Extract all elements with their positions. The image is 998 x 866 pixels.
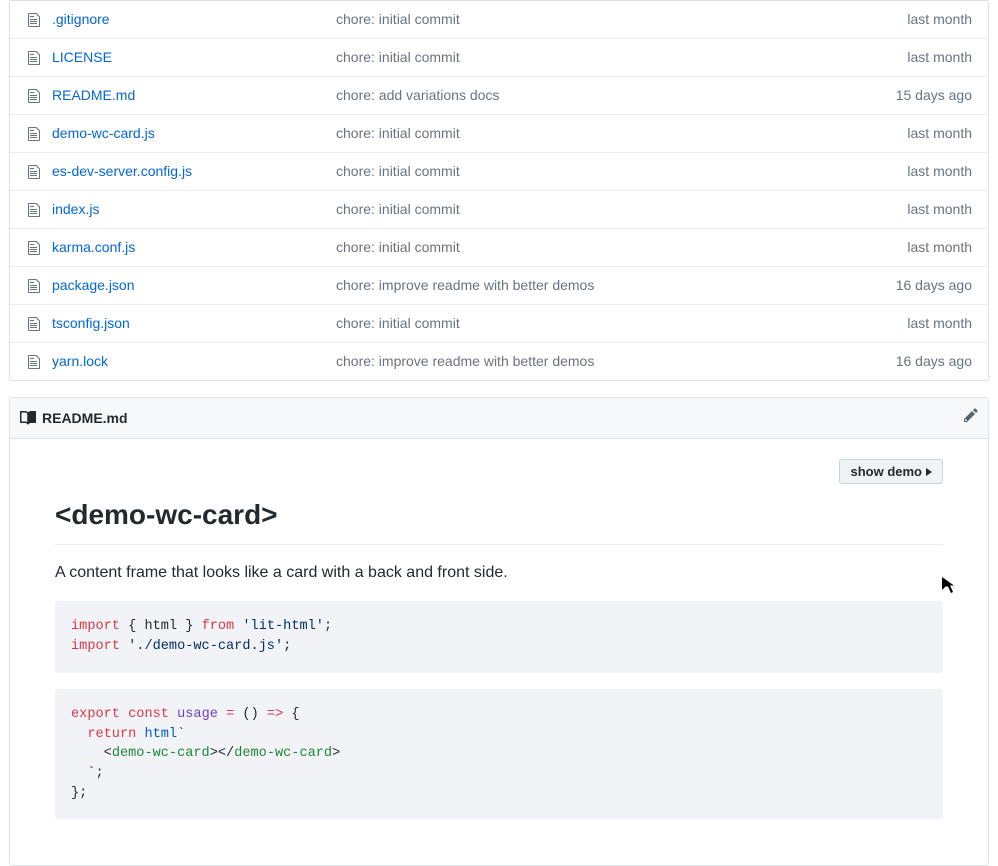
commit-time: last month	[832, 313, 972, 334]
file-icon	[26, 278, 42, 294]
file-name-link[interactable]: karma.conf.js	[52, 237, 135, 258]
commit-message[interactable]: chore: initial commit	[336, 315, 460, 331]
file-list: .gitignore chore: initial commit last mo…	[9, 0, 989, 381]
commit-time: 16 days ago	[832, 275, 972, 296]
file-name-link[interactable]: README.md	[52, 85, 135, 106]
file-row: yarn.lock chore: improve readme with bet…	[10, 342, 988, 380]
commit-message[interactable]: chore: initial commit	[336, 201, 460, 217]
readme-body: show demo <demo-wc-card> A content frame…	[10, 439, 988, 865]
edit-icon[interactable]	[964, 407, 978, 429]
file-row: .gitignore chore: initial commit last mo…	[10, 0, 988, 38]
file-icon	[26, 354, 42, 370]
readme-filename: README.md	[42, 408, 128, 429]
file-icon	[26, 126, 42, 142]
file-name-link[interactable]: LICENSE	[52, 47, 112, 68]
code-block-1: import { html } from 'lit-html'; import …	[55, 601, 943, 672]
commit-message[interactable]: chore: initial commit	[336, 239, 460, 255]
file-name-link[interactable]: es-dev-server.config.js	[52, 161, 192, 182]
file-row: package.json chore: improve readme with …	[10, 266, 988, 304]
file-icon	[26, 88, 42, 104]
file-icon	[26, 240, 42, 256]
commit-message[interactable]: chore: initial commit	[336, 163, 460, 179]
file-name-link[interactable]: demo-wc-card.js	[52, 123, 155, 144]
readme-description: A content frame that looks like a card w…	[55, 561, 943, 585]
commit-message[interactable]: chore: initial commit	[336, 125, 460, 141]
commit-message[interactable]: chore: initial commit	[336, 49, 460, 65]
commit-time: last month	[832, 161, 972, 182]
file-row: LICENSE chore: initial commit last month	[10, 38, 988, 76]
file-name-link[interactable]: index.js	[52, 199, 99, 220]
commit-time: last month	[832, 47, 972, 68]
file-row: es-dev-server.config.js chore: initial c…	[10, 152, 988, 190]
commit-message[interactable]: chore: initial commit	[336, 11, 460, 27]
file-row: README.md chore: add variations docs 15 …	[10, 76, 988, 114]
book-icon	[20, 410, 36, 426]
readme-box: README.md show demo <demo-wc-card> A con…	[9, 397, 989, 866]
cursor-icon	[942, 577, 954, 599]
readme-header: README.md	[10, 398, 988, 439]
commit-time: last month	[832, 9, 972, 30]
commit-time: last month	[832, 123, 972, 144]
file-icon	[26, 202, 42, 218]
file-row: index.js chore: initial commit last mont…	[10, 190, 988, 228]
file-icon	[26, 12, 42, 28]
triangle-right-icon	[926, 468, 932, 476]
commit-time: last month	[832, 237, 972, 258]
file-row: tsconfig.json chore: initial commit last…	[10, 304, 988, 342]
file-row: karma.conf.js chore: initial commit last…	[10, 228, 988, 266]
file-name-link[interactable]: .gitignore	[52, 9, 110, 30]
file-name-link[interactable]: yarn.lock	[52, 351, 108, 372]
commit-time: 16 days ago	[832, 351, 972, 372]
commit-message[interactable]: chore: improve readme with better demos	[336, 277, 594, 293]
commit-message[interactable]: chore: add variations docs	[336, 87, 499, 103]
file-icon	[26, 316, 42, 332]
commit-message[interactable]: chore: improve readme with better demos	[336, 353, 594, 369]
file-name-link[interactable]: tsconfig.json	[52, 313, 130, 334]
readme-heading: <demo-wc-card>	[55, 494, 943, 545]
file-name-link[interactable]: package.json	[52, 275, 135, 296]
file-icon	[26, 164, 42, 180]
show-demo-button[interactable]: show demo	[839, 459, 943, 484]
file-row: demo-wc-card.js chore: initial commit la…	[10, 114, 988, 152]
commit-time: 15 days ago	[832, 85, 972, 106]
code-block-2: export const usage = () => { return html…	[55, 689, 943, 820]
commit-time: last month	[832, 199, 972, 220]
file-icon	[26, 50, 42, 66]
